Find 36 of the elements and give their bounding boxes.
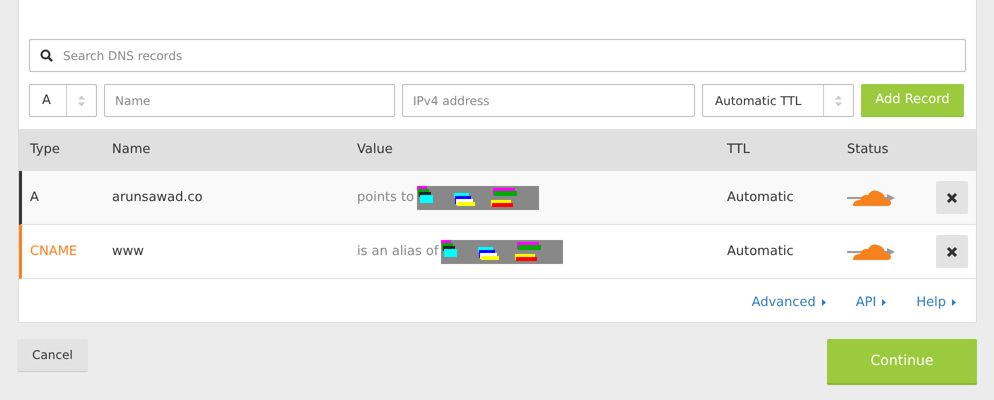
ttl-select[interactable]: Automatic TTL xyxy=(702,84,854,117)
cancel-button[interactable]: Cancel xyxy=(17,339,88,372)
column-header: Name xyxy=(112,142,150,158)
type-select[interactable]: A xyxy=(29,84,97,117)
column-header: Value xyxy=(357,142,393,158)
column-header: Type xyxy=(30,142,60,158)
record-name: arunsawad.co xyxy=(112,190,203,205)
search-icon xyxy=(40,49,53,62)
footer-link[interactable]: Advanced xyxy=(752,293,826,312)
caret-icon xyxy=(822,299,826,306)
record-type: A xyxy=(30,190,39,205)
delete-button[interactable] xyxy=(936,181,968,214)
stepper-icon xyxy=(835,94,842,106)
record-row[interactable]: CNAME www is an alias of Automatic xyxy=(19,225,976,279)
record-name: www xyxy=(112,244,144,259)
record-ttl: Automatic xyxy=(727,190,794,205)
search-field[interactable]: Search DNS records xyxy=(29,39,966,72)
record-value-label: is an alias of xyxy=(357,242,438,261)
record-ttl: Automatic xyxy=(727,244,794,259)
stepper-icon xyxy=(78,94,85,106)
close-icon xyxy=(946,192,958,204)
caret-icon xyxy=(952,299,956,306)
footer-link[interactable]: Help xyxy=(916,293,956,312)
footer-link[interactable]: API xyxy=(856,293,886,312)
record-type: CNAME xyxy=(30,244,78,259)
column-header: Status xyxy=(847,142,888,158)
record-row[interactable]: A arunsawad.co points to Automatic xyxy=(19,171,976,225)
close-icon xyxy=(946,246,958,258)
caret-icon xyxy=(882,299,886,306)
value-field[interactable]: IPv4 address xyxy=(402,84,695,117)
name-field[interactable]: Name xyxy=(104,84,395,117)
delete-button[interactable] xyxy=(936,235,968,268)
column-header: TTL xyxy=(727,142,750,158)
type-value: A xyxy=(41,92,52,110)
record-value-label: points to xyxy=(357,188,414,207)
ttl-value: Automatic TTL xyxy=(714,92,802,110)
